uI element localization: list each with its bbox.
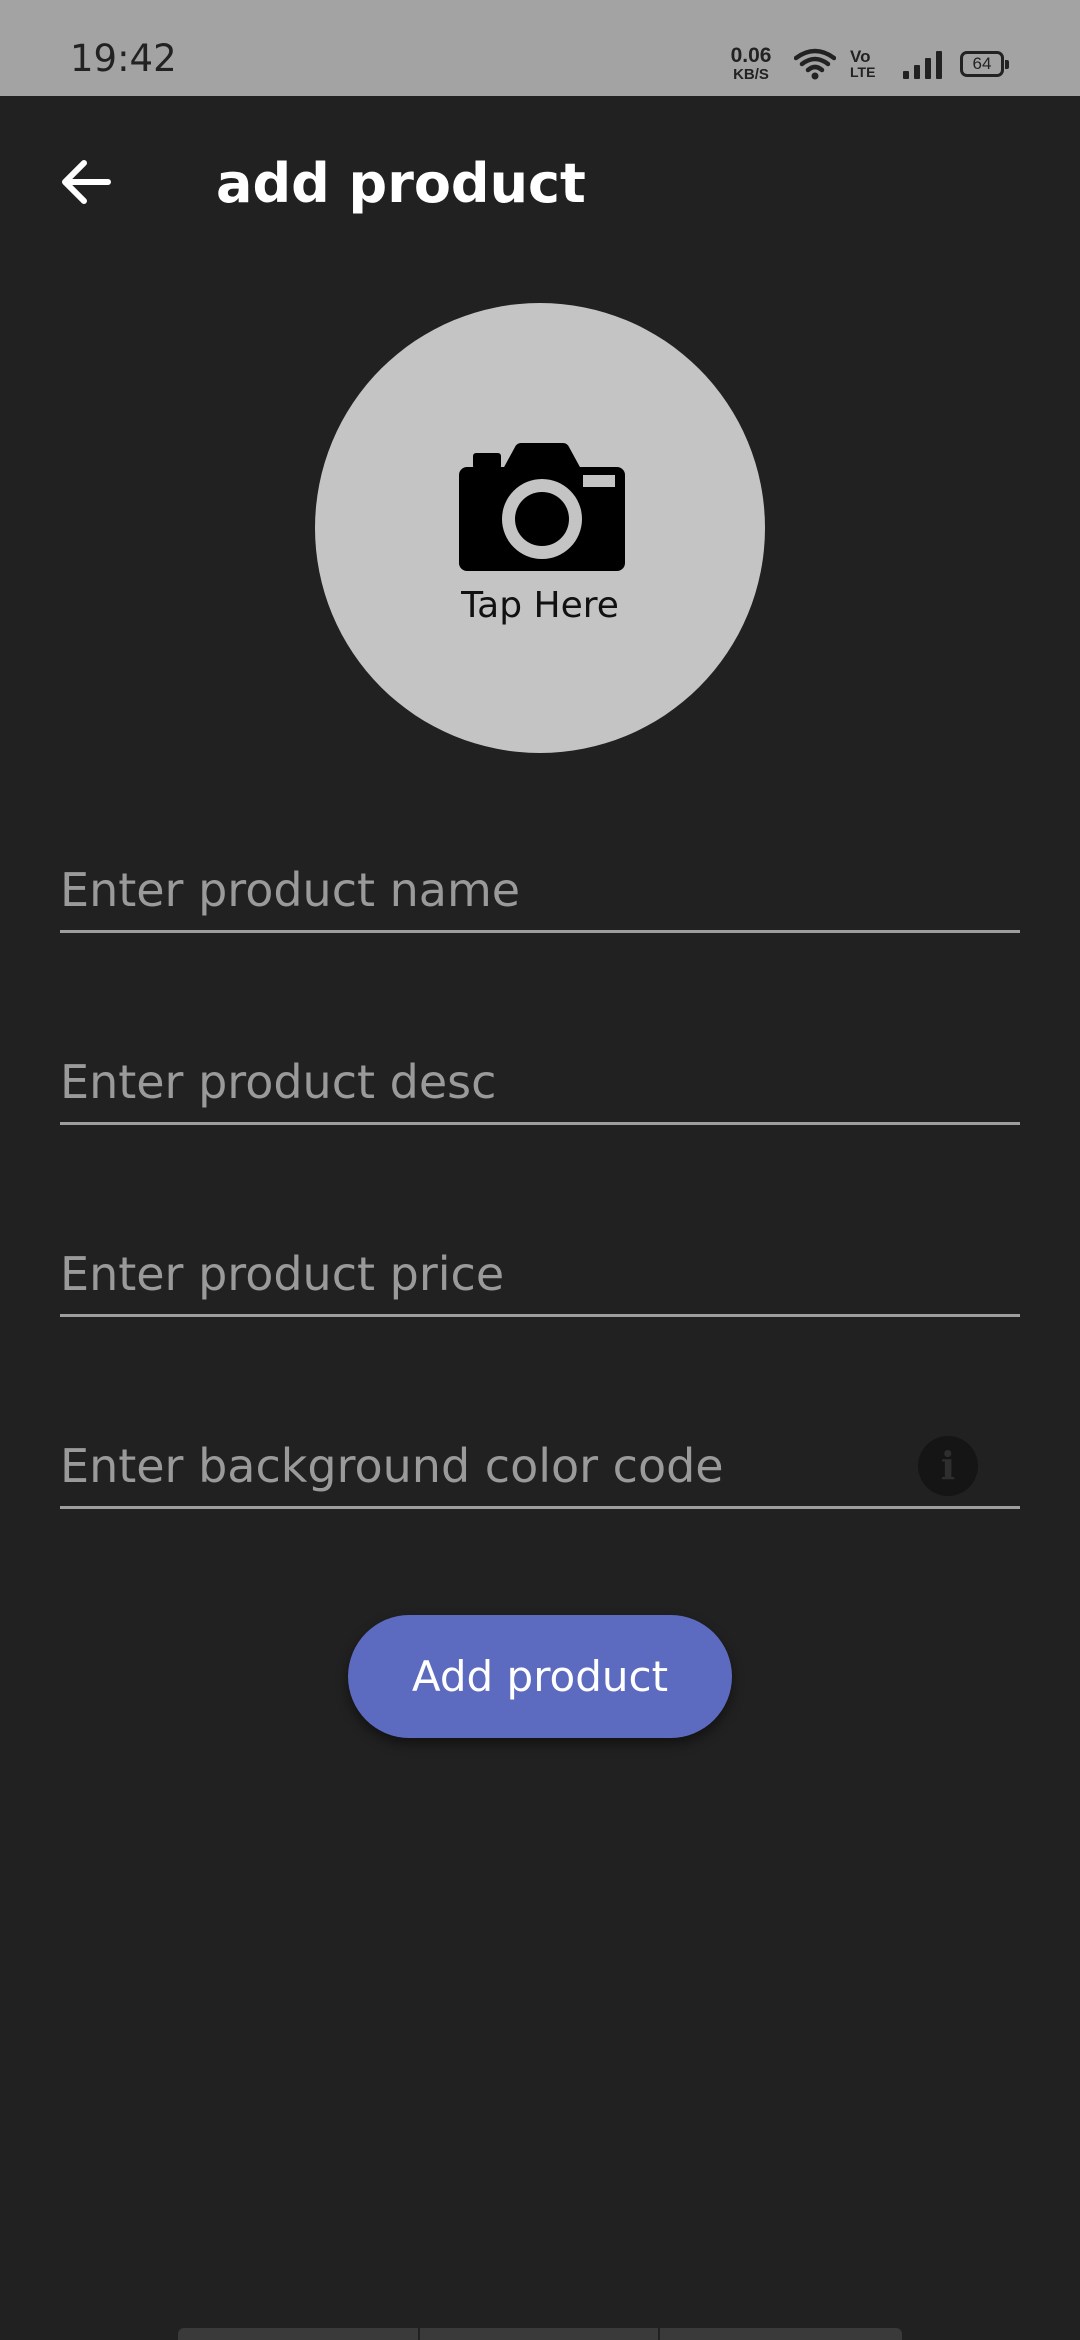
tap-here-label: Tap Here [461, 585, 619, 626]
volte-icon: Vo LTE [850, 48, 886, 79]
status-bar: 19:42 0.06 KB/S Vo LTE 64 [0, 0, 1080, 96]
gesture-bar-separator [658, 2328, 660, 2340]
volte-label-bottom: LTE [850, 64, 876, 80]
battery-icon: 64 [960, 51, 1009, 77]
camera-icon [459, 441, 625, 575]
product-price-field[interactable] [60, 1244, 1020, 1304]
product-name-field[interactable] [60, 860, 1020, 920]
image-picker[interactable]: Tap Here [315, 303, 765, 753]
product-desc-field-container [60, 1022, 1020, 1125]
volte-label-top: Vo [850, 47, 871, 66]
back-button[interactable] [50, 148, 122, 220]
arrow-left-icon [60, 158, 112, 210]
network-speed-unit: KB/S [733, 66, 769, 83]
status-time: 19:42 [70, 37, 177, 80]
background-color-field[interactable] [60, 1436, 920, 1496]
product-price-field-container [60, 1214, 1020, 1317]
network-speed-value: 0.06 [730, 44, 772, 67]
gesture-bar-separator [418, 2328, 420, 2340]
add-product-button[interactable]: Add product [348, 1615, 732, 1738]
network-speed-indicator: 0.06 KB/S [724, 45, 778, 82]
product-name-field-container [60, 830, 1020, 933]
page-title: add product [216, 152, 586, 215]
navigation-gesture-bar[interactable] [178, 2328, 902, 2340]
product-desc-field[interactable] [60, 1052, 1020, 1112]
signal-icon [902, 50, 944, 84]
add-product-screen: 19:42 0.06 KB/S Vo LTE 64 add product Ta… [0, 0, 1080, 2340]
info-icon[interactable]: i [918, 1436, 978, 1496]
wifi-icon [793, 48, 837, 84]
background-color-field-container: i [60, 1406, 1020, 1509]
